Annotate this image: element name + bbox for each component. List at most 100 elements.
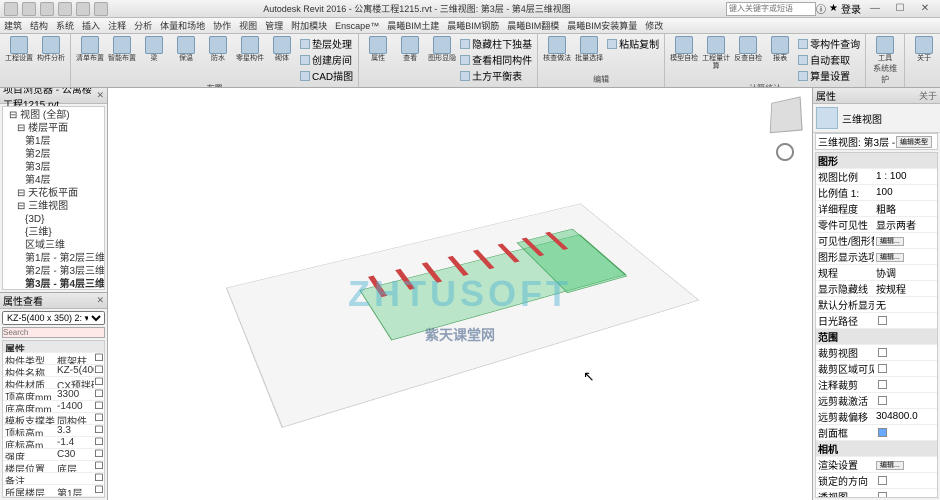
nav-wheel-icon[interactable] <box>776 143 794 161</box>
minimize-button[interactable]: — <box>864 2 886 16</box>
browser-close-icon[interactable]: ✕ <box>96 90 104 101</box>
tool-工程设置[interactable]: 工程设置 <box>5 36 33 63</box>
tree-node[interactable]: {三维} <box>5 226 102 239</box>
edit-type-button[interactable]: 编辑类型 <box>896 136 932 148</box>
prop-row[interactable]: 视图比例1 : 100 <box>816 169 937 185</box>
prop-row[interactable]: 渲染设置编辑... <box>816 457 937 473</box>
tab-注释[interactable]: 注释 <box>108 19 126 32</box>
prop-row[interactable]: 备注☐ <box>3 473 104 485</box>
tree-node[interactable]: 第2层 <box>5 148 102 161</box>
tree-node[interactable]: 区域三维 <box>5 239 102 252</box>
tab-晨曦BIM钢筋[interactable]: 晨曦BIM钢筋 <box>447 19 499 32</box>
prop-row[interactable]: 零件可见性显示两者 <box>816 217 937 233</box>
tree-node[interactable]: 第2层 - 第3层三维视图 <box>5 265 102 278</box>
close-button[interactable]: ✕ <box>914 2 936 16</box>
tab-体量和场地[interactable]: 体量和场地 <box>160 19 205 32</box>
tool-查看[interactable]: 查看 <box>396 36 424 63</box>
tab-建筑[interactable]: 建筑 <box>4 19 22 32</box>
tool-反查自检[interactable]: 反查自检 <box>734 36 762 63</box>
tool-sm-隐藏柱下独基[interactable]: 隐藏柱下独基 <box>460 36 532 51</box>
prop-row[interactable]: 规程协调 <box>816 265 937 281</box>
prop-row[interactable]: 强度C30☐ <box>3 449 104 461</box>
tool-报表[interactable]: 报表 <box>766 36 794 63</box>
maximize-button[interactable]: ☐ <box>889 2 911 16</box>
tool-防水[interactable]: 防水 <box>204 36 232 63</box>
tree-node[interactable]: ⊟ 天花板平面 <box>5 187 102 200</box>
tab-晨曦BIM安装算量[interactable]: 晨曦BIM安装算量 <box>567 19 637 32</box>
tool-sm-零构件查询[interactable]: 零构件查询 <box>798 36 860 51</box>
tool-属性[interactable]: 属性 <box>364 36 392 63</box>
tab-晨曦BIM土建[interactable]: 晨曦BIM土建 <box>387 19 439 32</box>
tool-核查做法[interactable]: 核查做法 <box>543 36 571 63</box>
tool-批量选择[interactable]: 批量选择 <box>575 36 603 63</box>
prop-row[interactable]: 底标高m-1.4☐ <box>3 437 104 449</box>
prop-row[interactable]: 构件类型框架柱☐ <box>3 353 104 365</box>
view-cube[interactable] <box>770 96 803 133</box>
tree-node[interactable]: ⊟ 视图 (全部) <box>5 109 102 122</box>
tool-工具[interactable]: 工具 <box>871 36 899 63</box>
tab-插入[interactable]: 插入 <box>82 19 100 32</box>
tab-修改[interactable]: 修改 <box>645 19 663 32</box>
prop-row[interactable]: 裁剪视图 <box>816 345 937 361</box>
tree-node[interactable]: 第4层 <box>5 174 102 187</box>
propcheck-search-input[interactable] <box>2 327 105 338</box>
prop-row[interactable]: 楼层位置底层☐ <box>3 461 104 473</box>
tab-视图[interactable]: 视图 <box>239 19 257 32</box>
prop-row[interactable]: 构件材质CX预拌砼☐ <box>3 377 104 389</box>
revit-logo[interactable] <box>4 2 18 16</box>
tool-sm-垫层处理[interactable]: 垫层处理 <box>300 36 353 51</box>
tool-关于[interactable]: 关于 <box>910 36 938 63</box>
tree-node[interactable]: ⊟ 三维视图 <box>5 200 102 213</box>
tool-构件分析[interactable]: 构件分析 <box>37 36 65 63</box>
qat-open[interactable] <box>22 2 36 16</box>
tool-sm-土方平衡表[interactable]: 土方平衡表 <box>460 68 532 83</box>
tool-sm-算量设置[interactable]: 算量设置 <box>798 68 860 83</box>
tool-模型自检[interactable]: 模型自检 <box>670 36 698 63</box>
prop-row[interactable]: 远剪裁偏移304800.0 <box>816 409 937 425</box>
tool-工程量计算[interactable]: 工程量计算 <box>702 36 730 71</box>
tree-node[interactable]: 第1层 - 第2层三维视图 <box>5 252 102 265</box>
login-link[interactable]: 登录 <box>841 1 861 16</box>
tab-结构[interactable]: 结构 <box>30 19 48 32</box>
qat-save[interactable] <box>40 2 54 16</box>
info-icon[interactable]: ⓘ <box>816 1 826 16</box>
qat-print[interactable] <box>94 2 108 16</box>
tool-sm-查看相同构件[interactable]: 查看相同构件 <box>460 52 532 67</box>
tool-图形显隐[interactable]: 图形显隐 <box>428 36 456 63</box>
qat-redo[interactable] <box>76 2 90 16</box>
prop-row[interactable]: 默认分析显示样式无 <box>816 297 937 313</box>
tool-sm-粘贴复制[interactable]: 粘贴复制 <box>607 36 659 51</box>
tree-node[interactable]: 第1层 <box>5 135 102 148</box>
star-icon[interactable]: ★ <box>829 3 838 14</box>
project-browser-tree[interactable]: ⊟ 视图 (全部)⊟ 楼层平面第1层第2层第3层第4层⊟ 天花板平面⊟ 三维视图… <box>2 106 105 290</box>
tab-协作[interactable]: 协作 <box>213 19 231 32</box>
prop-row[interactable]: 剖面框 <box>816 425 937 441</box>
props-close-icon[interactable]: 关于 <box>919 89 937 102</box>
prop-row[interactable]: 图形显示选项编辑... <box>816 249 937 265</box>
tool-保温[interactable]: 保温 <box>172 36 200 63</box>
prop-row[interactable]: 显示隐藏线按规程 <box>816 281 937 297</box>
propcheck-close-icon[interactable]: ✕ <box>96 295 104 306</box>
tool-sm-自动套取[interactable]: 自动套取 <box>798 52 860 67</box>
prop-row[interactable]: 顶标高m3.3☐ <box>3 425 104 437</box>
prop-row[interactable]: 详细程度粗略 <box>816 201 937 217</box>
tool-sm-创建房间[interactable]: 创建房间 <box>300 52 353 67</box>
tab-Enscape™[interactable]: Enscape™ <box>335 21 379 31</box>
tool-砌体[interactable]: 砌体 <box>268 36 296 63</box>
propcheck-selector[interactable]: KZ-5(400 x 350) 2: ▾ <box>2 311 105 325</box>
prop-row[interactable]: 底高度mm-1400☐ <box>3 401 104 413</box>
prop-row[interactable]: 所属楼层第1层☐ <box>3 485 104 497</box>
tree-node[interactable]: {3D} <box>5 213 102 226</box>
tab-系统[interactable]: 系统 <box>56 19 74 32</box>
tab-分析[interactable]: 分析 <box>134 19 152 32</box>
type-selector[interactable]: 三维视图: 第3层 - 第4层三维视... <box>816 134 896 149</box>
tool-梁[interactable]: 梁 <box>140 36 168 63</box>
tree-node[interactable]: 第3层 <box>5 161 102 174</box>
prop-row[interactable]: 比例值 1:100 <box>816 185 937 201</box>
tab-晨曦BIM翻模[interactable]: 晨曦BIM翻模 <box>507 19 559 32</box>
prop-row[interactable]: 顶高度mm3300☐ <box>3 389 104 401</box>
tool-sm-CAD描图[interactable]: CAD描图 <box>300 68 353 83</box>
prop-row[interactable]: 远剪裁激活 <box>816 393 937 409</box>
prop-row[interactable]: 模板支撑类...同构件☐ <box>3 413 104 425</box>
viewport-3d[interactable]: ZHTUSOFT 紫天课堂网 ↖ <box>108 88 812 500</box>
